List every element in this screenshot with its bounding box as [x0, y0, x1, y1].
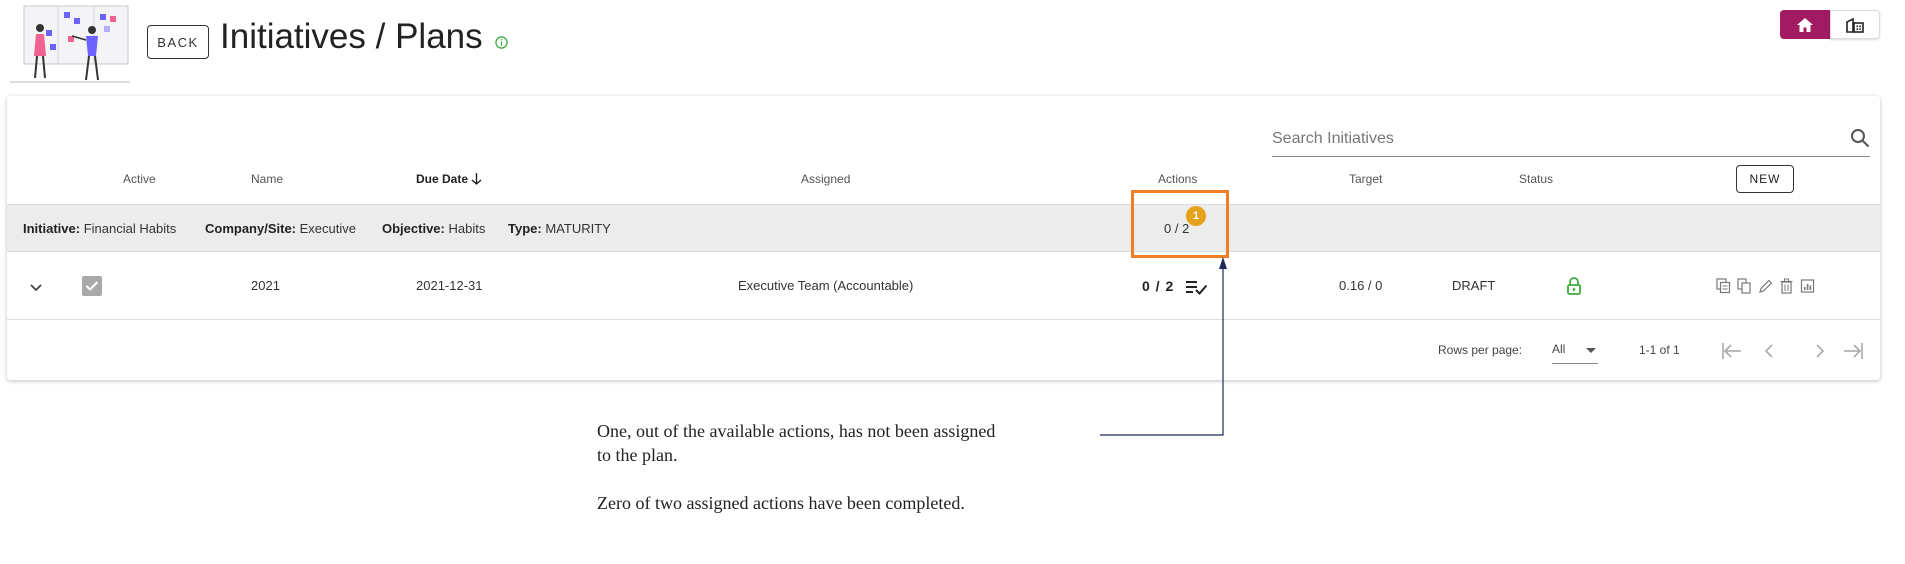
team-illustration: [10, 5, 130, 83]
chevron-down-icon[interactable]: [28, 280, 44, 296]
row-actions-toolbar: [1716, 278, 1815, 294]
row-target: 0.16 / 0: [1339, 278, 1383, 293]
group-objective-value: Habits: [448, 221, 486, 236]
pagination-range: 1-1 of 1: [1639, 343, 1680, 357]
caret-down-icon: [1586, 348, 1596, 353]
info-icon[interactable]: [495, 36, 508, 49]
annotation-line-3: Zero of two assigned actions have been c…: [597, 493, 965, 513]
column-header-due-date[interactable]: Due Date: [416, 172, 482, 186]
table-row[interactable]: [7, 252, 1880, 320]
group-type: Type: MATURITY: [508, 221, 611, 236]
search-input[interactable]: [1272, 124, 1832, 154]
group-initiative-label: Initiative:: [23, 221, 81, 236]
group-objective: Objective: Habits: [382, 221, 485, 236]
rows-per-page-label: Rows per page:: [1438, 343, 1523, 357]
group-objective-label: Objective:: [382, 221, 445, 236]
last-page-icon[interactable]: [1842, 340, 1866, 362]
annotation-text: One, out of the available actions, has n…: [597, 419, 1097, 515]
row-name: 2021: [251, 278, 280, 293]
row-due-date: 2021-12-31: [416, 278, 483, 293]
column-header-assigned[interactable]: Assigned: [801, 172, 850, 186]
duplicate-icon[interactable]: [1737, 278, 1752, 294]
column-header-target[interactable]: Target: [1349, 172, 1382, 186]
building-icon: [1846, 17, 1864, 33]
annotation-line-2: to the plan.: [597, 445, 678, 465]
back-button[interactable]: BACK: [147, 25, 209, 59]
annotation-line-1: One, out of the available actions, has n…: [597, 421, 996, 441]
first-page-icon[interactable]: [1719, 340, 1743, 362]
delete-icon[interactable]: [1779, 278, 1794, 294]
company-button[interactable]: [1830, 10, 1880, 39]
lock-icon[interactable]: [1566, 277, 1582, 295]
home-button[interactable]: [1780, 10, 1830, 39]
chart-icon[interactable]: [1800, 278, 1815, 294]
arrow-down-icon: [471, 173, 482, 185]
page-title: Initiatives / Plans: [220, 17, 483, 56]
column-header-status[interactable]: Status: [1519, 172, 1553, 186]
active-checkbox[interactable]: [82, 276, 102, 296]
search-field[interactable]: [1272, 124, 1870, 157]
annotation-arrow: [1100, 257, 1227, 436]
new-button[interactable]: NEW: [1736, 165, 1794, 193]
group-initiative: Initiative: Financial Habits: [23, 221, 176, 236]
group-company: Company/Site: Executive: [205, 221, 356, 236]
column-header-name[interactable]: Name: [251, 172, 283, 186]
copy-to-icon[interactable]: [1716, 278, 1731, 294]
home-icon: [1797, 17, 1813, 32]
group-initiative-value: Financial Habits: [83, 221, 177, 236]
group-type-label: Type:: [508, 221, 542, 236]
edit-icon[interactable]: [1758, 278, 1773, 294]
group-type-value: MATURITY: [545, 221, 611, 236]
column-header-active[interactable]: Active: [123, 172, 156, 186]
row-status: DRAFT: [1452, 278, 1496, 293]
check-icon: [85, 281, 99, 291]
group-company-value: Executive: [299, 221, 357, 236]
column-header-due-date-label: Due Date: [416, 172, 469, 186]
rows-per-page-select[interactable]: All: [1552, 336, 1598, 364]
row-assigned: Executive Team (Accountable): [738, 278, 914, 293]
annotation-highlight-box: [1131, 190, 1229, 258]
search-icon[interactable]: [1850, 128, 1870, 148]
group-company-label: Company/Site:: [205, 221, 297, 236]
previous-page-icon[interactable]: [1757, 340, 1781, 362]
column-header-actions[interactable]: Actions: [1158, 172, 1197, 186]
rows-per-page-value: All: [1552, 342, 1566, 356]
next-page-icon[interactable]: [1808, 340, 1832, 362]
